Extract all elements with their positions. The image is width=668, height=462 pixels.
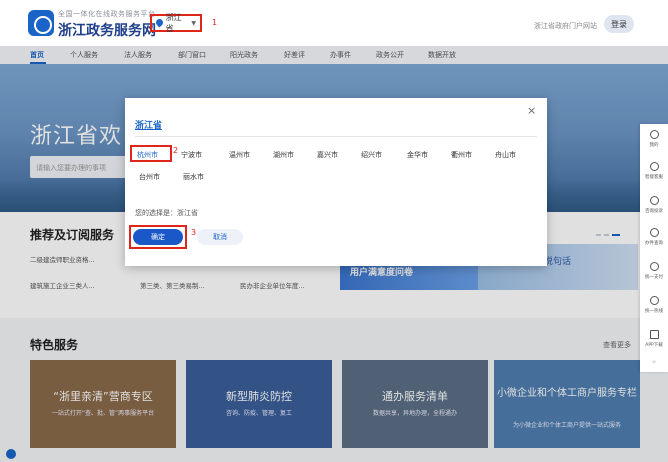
user-icon <box>649 130 659 139</box>
step-2-label: 2 <box>173 146 179 155</box>
step-1-label: 1 <box>212 18 218 27</box>
close-icon[interactable]: × <box>527 104 536 117</box>
float-label: 咨询投诉 <box>644 208 663 214</box>
headset-icon <box>649 162 659 171</box>
float-toolbar: 我的 智能客服 咨询投诉 办件查询 统一支付 统一热线 APP下载 » <box>640 124 668 372</box>
float-item-query[interactable]: 办件查询 <box>640 228 668 246</box>
yen-icon <box>649 262 659 271</box>
float-label: 我的 <box>649 142 659 148</box>
collapse-arrow-icon[interactable]: » <box>640 358 668 366</box>
region-modal: × 浙江省 杭州市 2 宁波市 温州市 湖州市 嘉兴市 绍兴市 金华市 衢州市 … <box>125 98 547 266</box>
city-option-jinhua[interactable]: 金华市 <box>407 150 428 160</box>
float-item-payment[interactable]: 统一支付 <box>640 262 668 280</box>
selected-region-text: 您的选择是：浙江省 <box>135 209 198 217</box>
brand-title[interactable]: 浙江政务服务网 <box>58 20 156 40</box>
float-item-complaint[interactable]: 咨询投诉 <box>640 196 668 214</box>
portal-link[interactable]: 浙江省政府门户网站 <box>534 21 597 31</box>
city-option-zhoushan[interactable]: 舟山市 <box>495 150 516 160</box>
city-option-lishui[interactable]: 丽水市 <box>183 172 204 182</box>
float-label: 智能客服 <box>644 174 663 180</box>
float-item-hotline[interactable]: 统一热线 <box>640 296 668 314</box>
float-label: 办件查询 <box>644 240 663 246</box>
alert-icon <box>649 196 659 205</box>
city-option-huzhou[interactable]: 湖州市 <box>273 150 294 160</box>
city-option-shaoxing[interactable]: 绍兴市 <box>361 150 382 160</box>
chevron-down-icon: ▼ <box>191 19 196 27</box>
province-link[interactable]: 浙江省 <box>135 118 162 131</box>
city-option-hangzhou[interactable]: 杭州市 <box>137 150 158 160</box>
region-value: 浙江省 <box>165 13 182 33</box>
modal-divider <box>135 136 537 137</box>
float-label: APP下载 <box>645 342 663 348</box>
download-icon <box>649 330 659 339</box>
float-label: 统一热线 <box>644 308 663 314</box>
step-3-label: 3 <box>191 228 197 237</box>
login-button[interactable]: 登录 <box>604 15 634 33</box>
city-option-jiaxing[interactable]: 嘉兴市 <box>317 150 338 160</box>
float-item-service[interactable]: 智能客服 <box>640 162 668 180</box>
city-option-taizhou[interactable]: 台州市 <box>139 172 160 182</box>
city-option-ningbo[interactable]: 宁波市 <box>181 150 202 160</box>
phone-icon <box>649 296 659 305</box>
brand-subtitle: 全国一体化在线政务服务平台 <box>58 10 156 18</box>
location-pin-icon <box>156 19 163 28</box>
clock-icon <box>649 228 659 237</box>
float-item-mine[interactable]: 我的 <box>640 130 668 148</box>
float-item-app[interactable]: APP下载 <box>640 330 668 348</box>
site-logo-icon[interactable] <box>28 10 54 36</box>
site-header: 全国一体化在线政务服务平台 浙江政务服务网 浙江省 ▼ 1 浙江省政府门户网站 … <box>0 0 668 46</box>
cancel-button[interactable]: 取消 <box>197 229 243 245</box>
region-selector[interactable]: 浙江省 ▼ <box>150 13 202 33</box>
city-option-quzhou[interactable]: 衢州市 <box>451 150 472 160</box>
confirm-button[interactable]: 确定 <box>133 229 183 245</box>
float-label: 统一支付 <box>644 274 663 280</box>
city-option-wenzhou[interactable]: 温州市 <box>229 150 250 160</box>
